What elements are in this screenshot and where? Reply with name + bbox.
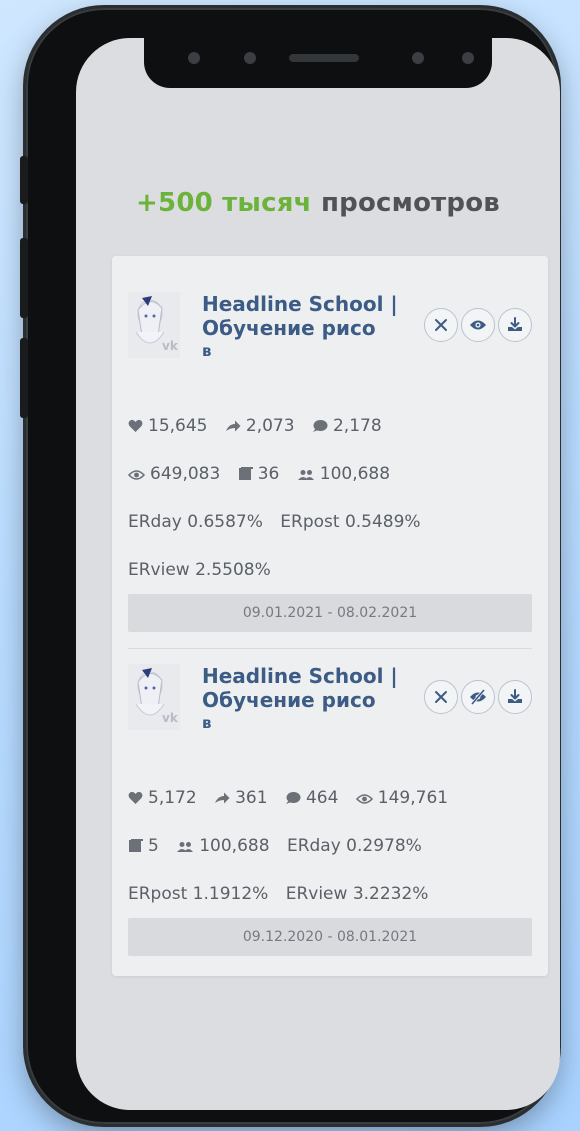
speaker-grill	[289, 54, 359, 62]
notch	[144, 38, 492, 88]
shares-stat: 361	[214, 788, 273, 808]
comments-value: 2,178	[332, 416, 382, 436]
post-actions	[424, 308, 532, 342]
shares-stat: 2,073	[225, 416, 300, 436]
erday-stat: ERday 0.2978%	[286, 836, 422, 856]
phone-frame: +500 тысяч просмотров vk Headline School…	[20, 8, 560, 1124]
eye-icon	[128, 470, 145, 480]
users-icon	[177, 842, 194, 852]
phone-screen: +500 тысяч просмотров vk Headline School…	[76, 38, 560, 1110]
erview-stat: ERview 3.2232%	[285, 884, 429, 904]
channel-name-tail: в	[202, 714, 212, 732]
shares-value: 361	[235, 788, 268, 808]
posts-icon	[238, 467, 253, 480]
volume-down-button	[20, 338, 28, 418]
download-button[interactable]	[498, 308, 532, 342]
posts-value: 5	[148, 836, 159, 856]
erpost-stat: ERpost 1.1912%	[128, 884, 269, 904]
headline-rest: просмотров	[320, 188, 500, 218]
er-row-1: ERday 0.6587% ERpost 0.5489%	[128, 512, 433, 532]
post-item: vk Headline School | Обучение рисо в	[128, 664, 532, 964]
likes-stat: 5,172	[128, 788, 202, 808]
svg-text:vk: vk	[162, 339, 179, 353]
mute-switch	[20, 156, 28, 204]
views-stat: 149,761	[355, 788, 449, 808]
er-row-1: ERpost 1.1912% ERview 3.2232%	[128, 884, 440, 904]
share-icon	[215, 792, 230, 804]
eye-icon	[355, 794, 373, 804]
svg-text:vk: vk	[162, 711, 179, 725]
avatar[interactable]: vk	[128, 292, 180, 358]
channel-name-text: Headline School | Обучение рисо	[202, 292, 398, 340]
stats-row-2: 649,083 36 100,688	[128, 464, 402, 484]
channel-name[interactable]: Headline School | Обучение рисо в	[202, 664, 412, 734]
remove-button[interactable]	[424, 308, 458, 342]
likes-value: 5,172	[148, 788, 197, 808]
eye-icon	[470, 320, 486, 330]
download-icon	[508, 689, 522, 703]
page-headline: +500 тысяч просмотров	[76, 188, 560, 218]
subscribers-stat: 100,688	[176, 836, 275, 856]
post-actions	[424, 680, 532, 714]
close-icon	[435, 319, 447, 331]
camera-dot	[462, 52, 474, 64]
sensor-dot	[244, 52, 256, 64]
users-icon	[297, 470, 314, 480]
close-icon	[435, 691, 447, 703]
comments-value: 464	[305, 788, 339, 808]
date-range-bar: 09.01.2021 - 08.02.2021	[128, 594, 532, 632]
likes-stat: 15,645	[128, 416, 213, 436]
avatar[interactable]: vk	[128, 664, 180, 730]
view-toggle-button[interactable]	[461, 680, 495, 714]
views-value: 649,083	[150, 464, 221, 484]
stats-row-1: 15,645 2,073 2,178	[128, 416, 394, 436]
views-value: 149,761	[377, 788, 449, 808]
posts-stat: 36	[238, 464, 285, 484]
heart-icon	[128, 791, 143, 804]
channel-name-text: Headline School | Обучение рисо	[202, 664, 398, 712]
headline-highlight: +500 тысяч	[136, 188, 312, 218]
volume-up-button	[20, 238, 28, 318]
likes-value: 15,645	[148, 416, 208, 436]
heart-icon	[128, 419, 143, 432]
erview-stat: ERview 2.5508%	[128, 560, 271, 580]
post-divider	[128, 648, 532, 649]
comments-stat: 464	[285, 788, 344, 808]
view-toggle-button[interactable]	[461, 308, 495, 342]
comment-icon	[285, 792, 301, 804]
erday-stat: ERday 0.6587%	[128, 512, 263, 532]
posts-icon	[129, 839, 143, 852]
download-button[interactable]	[498, 680, 532, 714]
date-range-bar: 09.12.2020 - 08.01.2021	[128, 918, 532, 956]
camera-dot	[188, 52, 200, 64]
sensor-dot	[412, 52, 424, 64]
stats-card: vk Headline School | Обучение рисо в 15,…	[112, 256, 548, 976]
channel-name-tail: в	[202, 342, 212, 360]
stats-row-1: 5,172 361 464 149,761	[128, 788, 460, 808]
shares-value: 2,073	[245, 416, 295, 436]
download-icon	[508, 317, 522, 331]
share-icon	[225, 420, 241, 432]
er-row-2: ERview 2.5508%	[128, 560, 283, 580]
eye-slash-icon	[470, 689, 486, 705]
posts-stat: 5	[128, 836, 164, 856]
remove-button[interactable]	[424, 680, 458, 714]
erpost-stat: ERpost 0.5489%	[280, 512, 421, 532]
comments-stat: 2,178	[312, 416, 382, 436]
comment-icon	[312, 420, 328, 432]
channel-name[interactable]: Headline School | Обучение рисо в	[202, 292, 412, 362]
posts-value: 36	[257, 464, 280, 484]
subscribers-value: 100,688	[199, 836, 270, 856]
subscribers-stat: 100,688	[297, 464, 390, 484]
stats-row-2: 5 100,688 ERday 0.2978%	[128, 836, 434, 856]
views-stat: 649,083	[128, 464, 226, 484]
subscribers-value: 100,688	[319, 464, 391, 484]
post-item: vk Headline School | Обучение рисо в	[128, 292, 532, 642]
